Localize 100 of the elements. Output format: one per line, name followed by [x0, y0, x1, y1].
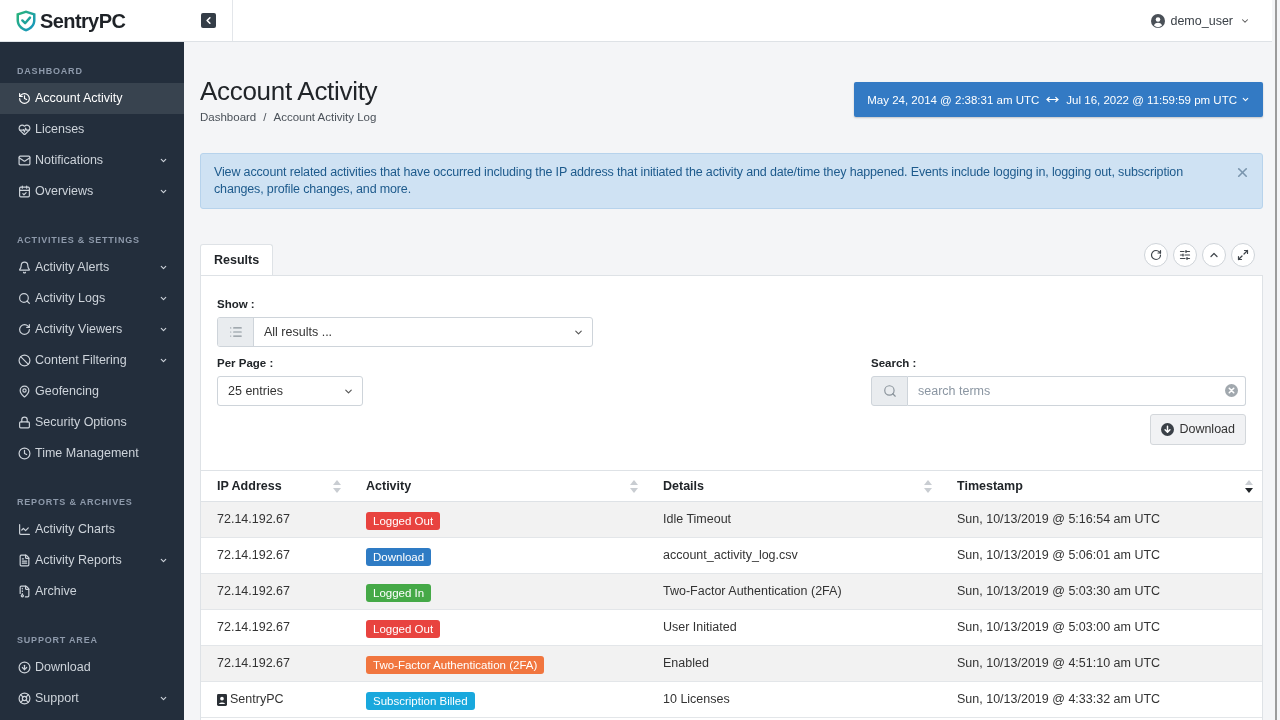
ban-icon: [18, 354, 31, 367]
table-cell: Sun, 10/13/2019 @ 5:06:01 am UTC: [941, 537, 1262, 574]
caret-icon: [1241, 95, 1250, 104]
map-pin-icon: [18, 385, 31, 398]
table-cell: 10 Licenses: [647, 681, 941, 718]
sidebar-item[interactable]: Activity Viewers: [0, 314, 184, 345]
activity-tag: Logged Out: [366, 511, 441, 530]
field-label: Search :: [871, 356, 917, 371]
sidebar-item[interactable]: Security Options: [0, 407, 184, 438]
alert-text: View account related activities that have occurred including the IP address that initiated the activity and date/time they happened. Events include logging in, logging out, subscription changes, profile changes, and more.: [214, 164, 1184, 198]
table-cell: Enabled: [647, 645, 941, 682]
breadcrumb-separator: /: [263, 110, 267, 125]
sidebar-item[interactable]: Geofencing: [0, 376, 184, 407]
chevron-down-icon: [159, 156, 168, 165]
collapse-sidebar-button[interactable]: [200, 13, 216, 28]
section-heading: DASHBOARD: [16, 65, 84, 78]
archive-file-icon: [18, 585, 31, 598]
section-heading: ACTIVITIES & SETTINGS: [16, 234, 141, 247]
per-page-select[interactable]: 25 entries: [217, 376, 363, 406]
chevron-down-icon: [159, 263, 168, 272]
chevron-down-icon: [159, 556, 168, 565]
table-cell: account_activity_log.csv: [647, 537, 941, 574]
activity-tag: Two-Factor Authentication (2FA): [366, 655, 545, 674]
table-cell: 72.14.192.67: [201, 573, 350, 610]
history-icon: [18, 92, 31, 105]
sidebar-item[interactable]: Licenses: [0, 114, 184, 145]
table-cell: User Initiated: [647, 609, 941, 646]
table-cell: Sun, 10/13/2019 @ 5:03:30 am UTC: [941, 573, 1262, 610]
table-cell: Idle Timeout: [647, 501, 941, 538]
user-avatar-icon: [1151, 13, 1166, 28]
sidebar-item[interactable]: Account Activity: [0, 83, 184, 114]
table-cell: Sun, 10/13/2019 @ 4:33:32 am UTC: [941, 681, 1262, 718]
fullscreen-button[interactable]: [1231, 243, 1255, 267]
sidebar-item[interactable]: Content Filtering: [0, 345, 184, 376]
table-cell: Sun, 10/13/2019 @ 5:03:00 am UTC: [941, 609, 1262, 646]
table-cell: 72.14.192.67: [201, 501, 350, 538]
list-icon: [228, 325, 243, 339]
sidebar-item[interactable]: Activity Reports: [0, 545, 184, 576]
column-header[interactable]: Details: [647, 470, 941, 502]
chevron-down-icon: [159, 187, 168, 196]
sidebar-item[interactable]: Activity Charts: [0, 514, 184, 545]
sidebar-item[interactable]: Download: [0, 652, 184, 683]
date-range-button[interactable]: May 24, 2014 @ 2:38:31 am UTC Jul 16, 2022 @ 11:59:59 pm UTC: [854, 82, 1263, 117]
document-icon: [18, 554, 31, 567]
search-icon: [882, 384, 897, 398]
results-tab[interactable]: Results: [200, 244, 274, 276]
sidebar-item[interactable]: Activity Logs: [0, 283, 184, 314]
breadcrumb-link[interactable]: Dashboard: [200, 109, 257, 125]
shield-check-icon: [16, 9, 36, 32]
sidebar-item[interactable]: Overviews: [0, 176, 184, 207]
download-circle-icon: [18, 661, 31, 674]
expand-icon: [1237, 249, 1249, 261]
sidebar-item[interactable]: Time Management: [0, 438, 184, 469]
collapse-panel-button[interactable]: [1202, 243, 1226, 267]
user-card-icon: [217, 693, 227, 706]
refresh-icon: [1150, 249, 1162, 261]
download-button[interactable]: Download: [1150, 414, 1246, 445]
envelope-icon: [18, 154, 31, 167]
options-button[interactable]: [1173, 243, 1197, 267]
table-cell: Sun, 10/13/2019 @ 5:16:54 am UTC: [941, 501, 1262, 538]
scrollbar-thumb[interactable]: [1275, 0, 1277, 720]
circular-arrow-icon: [18, 323, 31, 336]
sidebar-item[interactable]: Notifications: [0, 145, 184, 176]
clock-icon: [18, 447, 31, 460]
table-cell: 72.14.192.67: [201, 537, 350, 574]
sidebar-item[interactable]: Support: [0, 683, 184, 714]
search-field[interactable]: search terms: [908, 376, 1246, 406]
chevron-down-icon: [159, 356, 168, 365]
column-header[interactable]: IP Address: [201, 470, 350, 502]
sidebar-item[interactable]: Activity Alerts: [0, 252, 184, 283]
table-cell: 72.14.192.67: [201, 645, 350, 682]
breadcrumb-current: Account Activity Log: [273, 110, 377, 125]
page-title: Account Activity: [200, 75, 378, 108]
user-menu-button[interactable]: demo_user: [1151, 12, 1250, 29]
calendar-check-icon: [18, 185, 31, 198]
lock-icon: [18, 416, 31, 429]
table-cell: Sun, 10/13/2019 @ 4:51:10 am UTC: [941, 645, 1262, 682]
column-header[interactable]: Activity: [350, 470, 647, 502]
activity-tag: Download: [366, 547, 432, 566]
activity-tag: Logged In: [366, 583, 432, 602]
table-cell: Two-Factor Authentication (2FA): [647, 573, 941, 610]
chevron-down-icon: [159, 294, 168, 303]
column-header[interactable]: Timestamp: [941, 470, 1262, 502]
heart-pulse-icon: [18, 123, 31, 136]
brand-name: SentryPC: [40, 8, 126, 33]
field-label: Show :: [217, 297, 255, 312]
section-heading: SUPPORT AREA: [16, 634, 99, 647]
sliders-icon: [1179, 249, 1191, 261]
lifebuoy-icon: [18, 692, 31, 705]
refresh-button[interactable]: [1144, 243, 1168, 267]
show-select[interactable]: All results ...: [217, 317, 593, 347]
activity-tag: Logged Out: [366, 619, 441, 638]
sidebar-item[interactable]: Archive: [0, 576, 184, 607]
field-label: Per Page :: [217, 356, 274, 371]
download-circle-icon: [1161, 423, 1175, 436]
account-name: SentryPC: [230, 691, 284, 709]
section-heading: REPORTS & ARCHIVES: [16, 496, 134, 509]
bell-icon: [18, 261, 31, 274]
chevron-down-icon: [159, 694, 168, 703]
line-chart-icon: [18, 523, 31, 536]
